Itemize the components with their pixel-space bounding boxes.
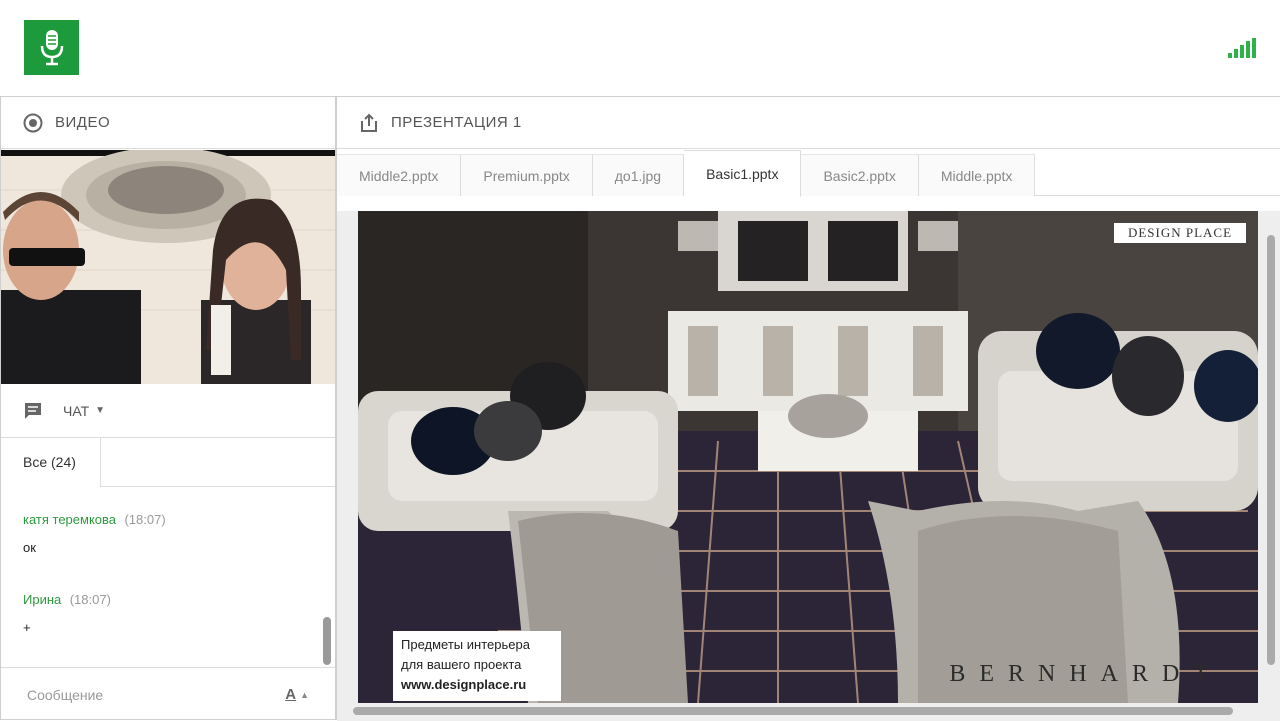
- slide-viewport: DESIGN PLACE Предметы интерьера для ваше…: [337, 211, 1280, 721]
- microphone-logo-icon[interactable]: [24, 20, 79, 75]
- tab-premium-pptx[interactable]: Premium.pptx: [461, 154, 593, 196]
- caret-up-icon[interactable]: ▲: [300, 690, 309, 700]
- message-author[interactable]: катя теремкова: [23, 512, 116, 527]
- chat-panel-title: ЧАТ: [63, 402, 90, 419]
- tab-basic2-pptx[interactable]: Basic2.pptx: [801, 154, 919, 196]
- presentation-panel: ПРЕЗЕНТАЦИЯ 1 Middle2.pptx Premium.pptx …: [336, 96, 1280, 721]
- message-time: (18:07): [69, 592, 111, 607]
- slide-caption: Предметы интерьера для вашего проекта ww…: [393, 631, 561, 701]
- horizontal-scrollbar[interactable]: [353, 707, 1233, 715]
- upload-icon[interactable]: [359, 113, 379, 133]
- left-panel: ВИДЕО ЧАТ ▼ Все (24) катя теремкова (18:…: [0, 96, 336, 720]
- vertical-scrollbar[interactable]: [1267, 235, 1275, 665]
- presentation-panel-header: ПРЕЗЕНТАЦИЯ 1: [337, 97, 1280, 149]
- caption-line: Предметы интерьера: [401, 637, 530, 652]
- chat-panel-header[interactable]: ЧАТ ▼: [1, 384, 335, 438]
- message-composer[interactable]: Сообщение A ▲: [1, 667, 335, 721]
- chat-message: катя теремкова (18:07) ок: [1, 511, 335, 555]
- message-time: (18:07): [124, 512, 166, 527]
- chat-message: Ирина (18:07) +: [1, 591, 335, 635]
- chat-messages: катя теремкова (18:07) ок Ирина (18:07) …: [1, 487, 335, 667]
- tab-middle2-pptx[interactable]: Middle2.pptx: [337, 154, 462, 196]
- message-text: ок: [23, 540, 36, 555]
- top-bar: [0, 0, 1280, 96]
- brand-watermark: BERNHARDT: [949, 661, 1222, 687]
- video-feed[interactable]: [1, 150, 335, 384]
- video-icon: [23, 113, 43, 132]
- message-input[interactable]: Сообщение: [27, 687, 285, 703]
- chat-tab-all[interactable]: Все (24): [1, 438, 101, 487]
- tab-middle-pptx[interactable]: Middle.pptx: [918, 154, 1036, 196]
- design-place-logo: DESIGN PLACE: [1114, 223, 1246, 243]
- chat-tabs: Все (24): [1, 438, 335, 487]
- caption-url: www.designplace.ru: [401, 677, 527, 692]
- message-text: +: [23, 620, 31, 635]
- tab-do1-jpg[interactable]: до1.jpg: [592, 154, 685, 196]
- presentation-title: ПРЕЗЕНТАЦИЯ 1: [391, 114, 522, 131]
- slide-image: DESIGN PLACE Предметы интерьера для ваше…: [358, 211, 1258, 703]
- message-author[interactable]: Ирина: [23, 592, 61, 607]
- caption-line: для вашего проекта: [401, 657, 522, 672]
- video-panel-title: ВИДЕО: [55, 114, 111, 131]
- chat-scrollbar[interactable]: [323, 617, 331, 665]
- file-tabs: Middle2.pptx Premium.pptx до1.jpg Basic1…: [337, 150, 1280, 197]
- tab-basic1-pptx[interactable]: Basic1.pptx: [684, 150, 802, 197]
- chevron-down-icon[interactable]: ▼: [95, 405, 105, 416]
- video-panel-header: ВИДЕО: [1, 97, 335, 149]
- signal-strength-icon: [1228, 38, 1256, 58]
- chat-icon: [25, 402, 41, 419]
- text-format-icon[interactable]: A: [285, 686, 296, 703]
